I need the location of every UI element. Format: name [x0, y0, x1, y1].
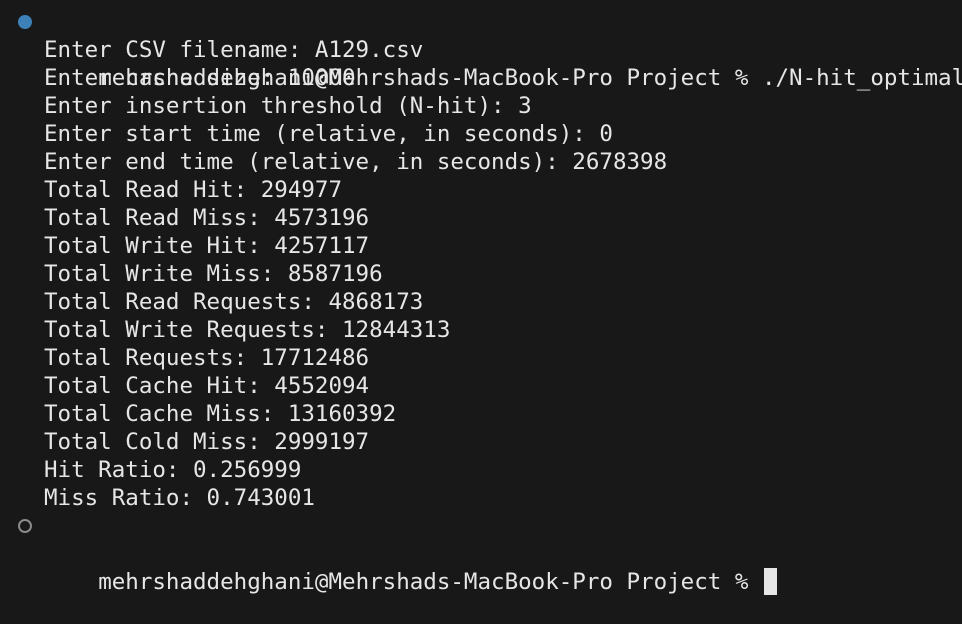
- output-line: Enter CSV filename: A129.csv: [0, 36, 962, 64]
- prompt-text: mehrshaddehghani@Mehrshads-MacBook-Pro P…: [98, 569, 762, 595]
- output-line: Miss Ratio: 0.743001: [0, 484, 962, 512]
- terminal-panel[interactable]: mehrshaddehghani@Mehrshads-MacBook-Pro P…: [0, 8, 962, 595]
- output-text: Enter CSV filename: A129.csv: [44, 37, 424, 63]
- output-line: Total Cache Miss: 13160392: [0, 400, 962, 428]
- command-line: mehrshaddehghani@Mehrshads-MacBook-Pro P…: [0, 8, 962, 91]
- output-text: Enter end time (relative, in seconds): 2…: [44, 149, 668, 175]
- output-text: Enter start time (relative, in seconds):…: [44, 121, 613, 147]
- output-line: Enter end time (relative, in seconds): 2…: [0, 148, 962, 176]
- output-line: Enter insertion threshold (N-hit): 3: [0, 92, 962, 120]
- output-line: Enter start time (relative, in seconds):…: [0, 120, 962, 148]
- output-text: Total Read Requests: 4868173: [44, 289, 424, 315]
- output-line: Enter cache size: 10000: [0, 64, 962, 92]
- text-cursor: [763, 568, 777, 595]
- output-text: Total Read Hit: 294977: [44, 177, 343, 203]
- output-text: Enter cache size: 10000: [44, 65, 356, 91]
- output-line: Total Cold Miss: 2999197: [0, 428, 962, 456]
- output-text: Total Cold Miss: 2999197: [44, 429, 370, 455]
- output-text: Total Read Miss: 4573196: [44, 205, 370, 231]
- command-status-success-icon[interactable]: [18, 15, 32, 29]
- prompt-line[interactable]: mehrshaddehghani@Mehrshads-MacBook-Pro P…: [0, 512, 962, 595]
- output-text: Total Cache Hit: 4552094: [44, 373, 370, 399]
- output-line: Total Read Requests: 4868173: [0, 288, 962, 316]
- output-line: Total Write Requests: 12844313: [0, 316, 962, 344]
- command-status-idle-icon: [18, 519, 32, 533]
- output-text: Hit Ratio: 0.256999: [44, 457, 302, 483]
- output-text: Miss Ratio: 0.743001: [44, 485, 315, 511]
- output-line: Hit Ratio: 0.256999: [0, 456, 962, 484]
- output-line: Total Cache Hit: 4552094: [0, 372, 962, 400]
- output-line: Total Requests: 17712486: [0, 344, 962, 372]
- output-text: Total Requests: 17712486: [44, 345, 370, 371]
- output-line: Total Write Hit: 4257117: [0, 232, 962, 260]
- output-text: Total Write Hit: 4257117: [44, 233, 370, 259]
- output-text: Total Cache Miss: 13160392: [44, 401, 397, 427]
- output-line: Total Read Miss: 4573196: [0, 204, 962, 232]
- output-line: Total Read Hit: 294977: [0, 176, 962, 204]
- output-text: Total Write Miss: 8587196: [44, 261, 383, 287]
- output-text: Enter insertion threshold (N-hit): 3: [44, 93, 532, 119]
- output-line: Total Write Miss: 8587196: [0, 260, 962, 288]
- output-text: Total Write Requests: 12844313: [44, 317, 451, 343]
